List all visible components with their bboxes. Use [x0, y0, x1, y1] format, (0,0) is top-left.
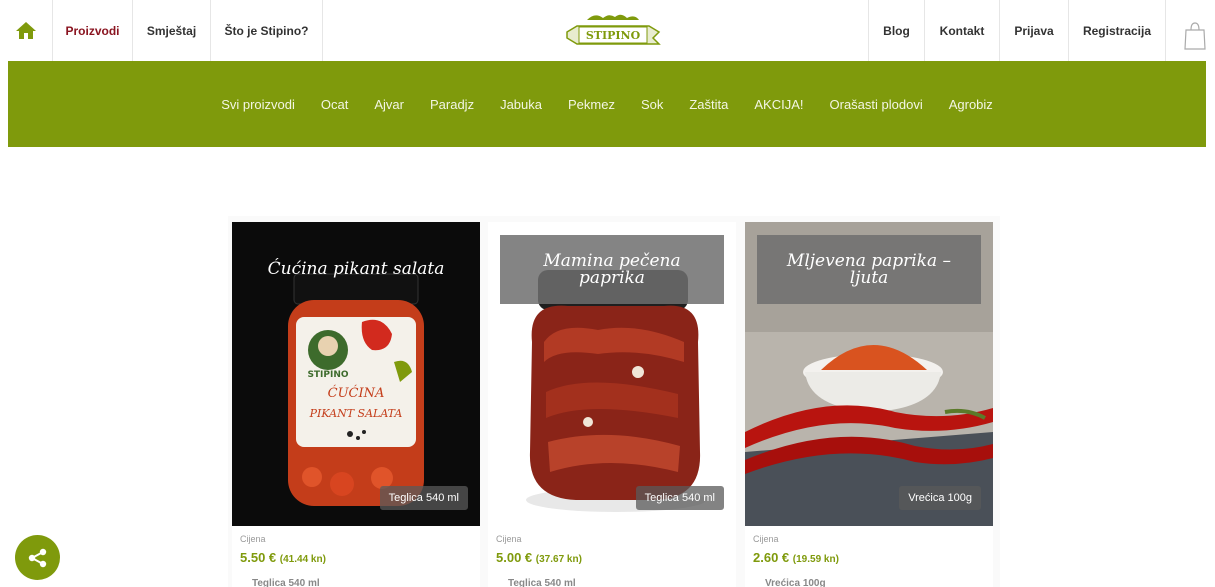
package-size: Teglica 540 ml	[508, 578, 576, 587]
category-bar: Svi proizvodi Ocat Ajvar Paradjz Jabuka …	[8, 61, 1206, 147]
product-image[interactable]: Mamina pečena paprika Teglica 540 ml	[488, 222, 736, 526]
category-svi-proizvodi[interactable]: Svi proizvodi	[208, 97, 308, 112]
category-ocat[interactable]: Ocat	[308, 97, 361, 112]
top-navigation: Proizvodi Smještaj Što je Stipino? STIPI…	[0, 0, 1215, 61]
home-link[interactable]	[0, 0, 53, 61]
product-card[interactable]: STIPINO ĆUĆINA PIKANT SALATA Ćućina pika…	[232, 222, 480, 587]
product-title: Mamina pečena paprika	[500, 235, 724, 304]
category-paradjz[interactable]: Paradjz	[417, 97, 487, 112]
jar-label-brand: STIPINO	[307, 370, 348, 380]
price-label: Cijena	[753, 534, 779, 544]
home-icon	[16, 22, 36, 39]
category-ajvar[interactable]: Ajvar	[361, 97, 417, 112]
product-price: 2.60 € (19.59 kn)	[753, 550, 839, 565]
jar-label-sub: PIKANT SALATA	[309, 407, 403, 420]
product-image[interactable]: STIPINO ĆUĆINA PIKANT SALATA Ćućina pika…	[232, 222, 480, 526]
package-badge: Teglica 540 ml	[379, 486, 468, 510]
product-card[interactable]: Mljevena paprika – ljuta Vrećica 100g Ci…	[745, 222, 993, 587]
price-label: Cijena	[496, 534, 522, 544]
nav-registracija[interactable]: Registracija	[1069, 0, 1166, 61]
category-sok[interactable]: Sok	[628, 97, 676, 112]
nav-proizvodi[interactable]: Proizvodi	[53, 0, 133, 61]
product-title: Ćućina pikant salata	[267, 259, 445, 279]
nav-kontakt[interactable]: Kontakt	[925, 0, 1000, 61]
share-button[interactable]	[15, 535, 60, 580]
category-agrobiz[interactable]: Agrobiz	[936, 97, 1006, 112]
product-price: 5.50 € (41.44 kn)	[240, 550, 326, 565]
nav-blog[interactable]: Blog	[868, 0, 925, 61]
category-akcija[interactable]: AKCIJA!	[741, 97, 816, 112]
category-zastita[interactable]: Zaštita	[676, 97, 741, 112]
nav-prijava[interactable]: Prijava	[1000, 0, 1069, 61]
logo-text: STIPINO	[586, 29, 641, 42]
package-size: Teglica 540 ml	[252, 578, 320, 587]
price-label: Cijena	[240, 534, 266, 544]
share-icon	[28, 548, 46, 567]
jar-label-name: ĆUĆINA	[328, 384, 385, 401]
product-price: 5.00 € (37.67 kn)	[496, 550, 582, 565]
product-title: Mljevena paprika – ljuta	[757, 235, 981, 304]
category-orasasti-plodovi[interactable]: Orašasti plodovi	[817, 97, 936, 112]
package-badge: Vrećica 100g	[899, 486, 981, 510]
nav-sto-je-stipino[interactable]: Što je Stipino?	[211, 0, 323, 61]
nav-smjestaj[interactable]: Smještaj	[133, 0, 211, 61]
category-pekmez[interactable]: Pekmez	[555, 97, 628, 112]
product-card[interactable]: Mamina pečena paprika Teglica 540 ml Cij…	[488, 222, 736, 587]
package-size: Vrećica 100g	[765, 578, 826, 587]
stipino-logo[interactable]: STIPINO	[565, 12, 661, 52]
package-badge: Teglica 540 ml	[635, 486, 724, 510]
category-jabuka[interactable]: Jabuka	[487, 97, 555, 112]
product-image[interactable]: Mljevena paprika – ljuta Vrećica 100g	[745, 222, 993, 526]
shopping-bag-icon[interactable]	[1184, 22, 1206, 50]
